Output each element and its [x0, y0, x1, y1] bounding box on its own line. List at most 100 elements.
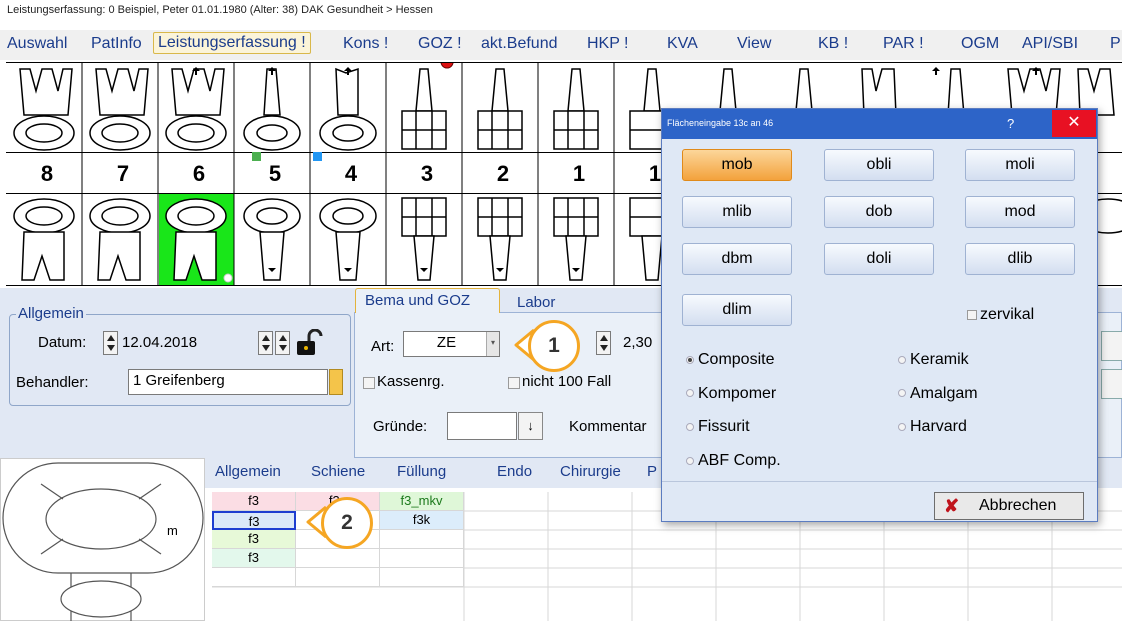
tooth-number-6[interactable]: 6 — [164, 161, 234, 187]
art-dropdown-button[interactable]: ▾ — [486, 332, 499, 356]
datum-spinner-left[interactable] — [103, 331, 118, 355]
allgemein-legend: Allgemein — [16, 305, 86, 322]
grid-cell[interactable]: f3 — [212, 549, 296, 568]
lower-tab-chirurgie[interactable]: Chirurgie — [560, 463, 621, 480]
lower-tab-p[interactable]: P — [647, 463, 657, 480]
tooth-number-4[interactable]: 4 — [316, 161, 386, 187]
cancel-label: Abbrechen — [979, 497, 1057, 514]
material-composite-label: Composite — [698, 351, 775, 368]
nicht100-checkbox[interactable] — [508, 377, 520, 389]
menu-par[interactable]: PAR ! — [883, 35, 924, 53]
dialog-close-button[interactable]: ✕ — [1052, 110, 1096, 137]
grid-cell[interactable]: f3_mkv — [380, 492, 464, 511]
lower-tab-endo[interactable]: Endo — [497, 463, 532, 480]
grid-cell[interactable] — [380, 530, 464, 549]
callout-2: 2 — [321, 497, 373, 549]
grid-cell[interactable] — [296, 549, 380, 568]
surface-button-dob[interactable]: dob — [824, 196, 934, 228]
right-edge-button-2[interactable] — [1101, 369, 1122, 399]
material-radio-abf-comp[interactable] — [686, 457, 694, 465]
behandler-dropdown-button[interactable] — [329, 369, 343, 395]
tab-bema-goz-label: Bema und GOZ — [365, 292, 471, 309]
faktor-spinner[interactable] — [596, 331, 611, 355]
menu-leistungserfassung[interactable]: Leistungserfassung ! — [153, 32, 311, 54]
surface-button-mod[interactable]: mod — [965, 196, 1075, 228]
faktor-value[interactable]: 2,30 — [623, 334, 652, 351]
window-title: Leistungserfassung: 0 Beispiel, Peter 01… — [0, 0, 1122, 26]
menu-view[interactable]: View — [737, 35, 771, 53]
surface-button-mob[interactable]: mob — [682, 149, 792, 181]
zervikal-label: zervikal — [980, 306, 1035, 323]
datum-value[interactable]: 12.04.2018 — [122, 334, 197, 351]
cancel-button[interactable]: ✘ Abbrechen — [934, 492, 1084, 520]
kassenrg-label: Kassenrg. — [377, 373, 445, 390]
grid-cell-selected[interactable]: f3 — [212, 511, 296, 530]
material-radio-fissurit[interactable] — [686, 423, 694, 431]
material-radio-amalgam[interactable] — [898, 389, 906, 397]
menu-kva[interactable]: KVA — [667, 35, 698, 53]
material-radio-composite[interactable] — [686, 356, 694, 364]
menu-goz[interactable]: GOZ ! — [418, 35, 462, 53]
surface-button-dlim[interactable]: dlim — [682, 294, 792, 326]
surface-button-dlib[interactable]: dlib — [965, 243, 1075, 275]
lower-tab-allgemein[interactable]: Allgemein — [215, 463, 281, 480]
menu-kons[interactable]: Kons ! — [343, 35, 388, 53]
material-keramik-label: Keramik — [910, 351, 969, 368]
surface-button-doli[interactable]: doli — [824, 243, 934, 275]
menu-akt-befund[interactable]: akt.Befund — [481, 35, 558, 53]
tooth-number-2[interactable]: 2 — [468, 161, 538, 187]
grid-cell[interactable]: f3 — [212, 492, 296, 511]
lower-tab-fuellung[interactable]: Füllung — [397, 463, 446, 480]
menu-ogm[interactable]: OGM — [961, 35, 999, 53]
material-radio-harvard[interactable] — [898, 423, 906, 431]
lower-tab-schiene[interactable]: Schiene — [311, 463, 365, 480]
grid-cell[interactable] — [212, 568, 296, 587]
gruende-input[interactable] — [447, 412, 517, 440]
grid-cell[interactable] — [380, 568, 464, 587]
grid-cell[interactable] — [296, 568, 380, 587]
behandler-select[interactable]: 1 Greifenberg — [128, 369, 328, 395]
datum-spinner-b[interactable] — [275, 331, 290, 355]
grid-cell[interactable]: f3k — [380, 511, 464, 530]
menu-hkp[interactable]: HKP ! — [587, 35, 629, 53]
tooth-number-5[interactable]: 5 — [240, 161, 310, 187]
dialog-help-button[interactable]: ? — [1007, 116, 1014, 131]
surface-button-obli[interactable]: obli — [824, 149, 934, 181]
art-value: ZE — [436, 334, 457, 351]
tooth-number-8[interactable]: 8 — [12, 161, 82, 187]
tooth-surface-diagram[interactable]: m — [0, 458, 205, 621]
status-marker-blue — [313, 152, 322, 161]
material-kompomer-label: Kompomer — [698, 385, 777, 402]
datum-spinner-a[interactable] — [258, 331, 273, 355]
menu-patinfo[interactable]: PatInfo — [91, 35, 142, 53]
tooth-number-1[interactable]: 1 — [544, 161, 614, 187]
grid-cell[interactable] — [380, 549, 464, 568]
tooth-number-3[interactable]: 3 — [392, 161, 462, 187]
close-icon: ✕ — [1067, 114, 1081, 131]
surface-button-moli[interactable]: moli — [965, 149, 1075, 181]
menu-api-sbi[interactable]: API/SBI — [1022, 35, 1078, 53]
behandler-label: Behandler: — [16, 374, 89, 391]
tab-labor[interactable]: Labor — [517, 294, 555, 311]
kassenrg-checkbox[interactable] — [363, 377, 375, 389]
material-radio-kompomer[interactable] — [686, 389, 694, 397]
art-label: Art: — [371, 338, 395, 355]
material-fissurit-label: Fissurit — [698, 418, 750, 435]
menu-bar: Auswahl PatInfo Leistungserfassung ! Kon… — [0, 30, 1122, 60]
material-radio-keramik[interactable] — [898, 356, 906, 364]
menu-p[interactable]: P — [1110, 35, 1121, 53]
surface-button-mlib[interactable]: mlib — [682, 196, 792, 228]
dialog-body: mob obli moli mlib dob mod dbm doli dlib… — [662, 139, 1097, 521]
lock-icon[interactable] — [295, 328, 323, 362]
tab-bema-goz[interactable]: Bema und GOZ — [355, 288, 500, 313]
right-edge-button-1[interactable] — [1101, 331, 1122, 361]
material-abf-comp-label: ABF Comp. — [698, 452, 781, 469]
gruende-dropdown-button[interactable]: ↓ — [518, 412, 543, 440]
grid-cell[interactable]: f3 — [212, 530, 296, 549]
cancel-icon: ✘ — [944, 496, 960, 516]
menu-auswahl[interactable]: Auswahl — [7, 35, 67, 53]
zervikal-checkbox[interactable] — [967, 310, 977, 320]
menu-kb[interactable]: KB ! — [818, 35, 848, 53]
surface-button-dbm[interactable]: dbm — [682, 243, 792, 275]
tooth-number-7[interactable]: 7 — [88, 161, 158, 187]
